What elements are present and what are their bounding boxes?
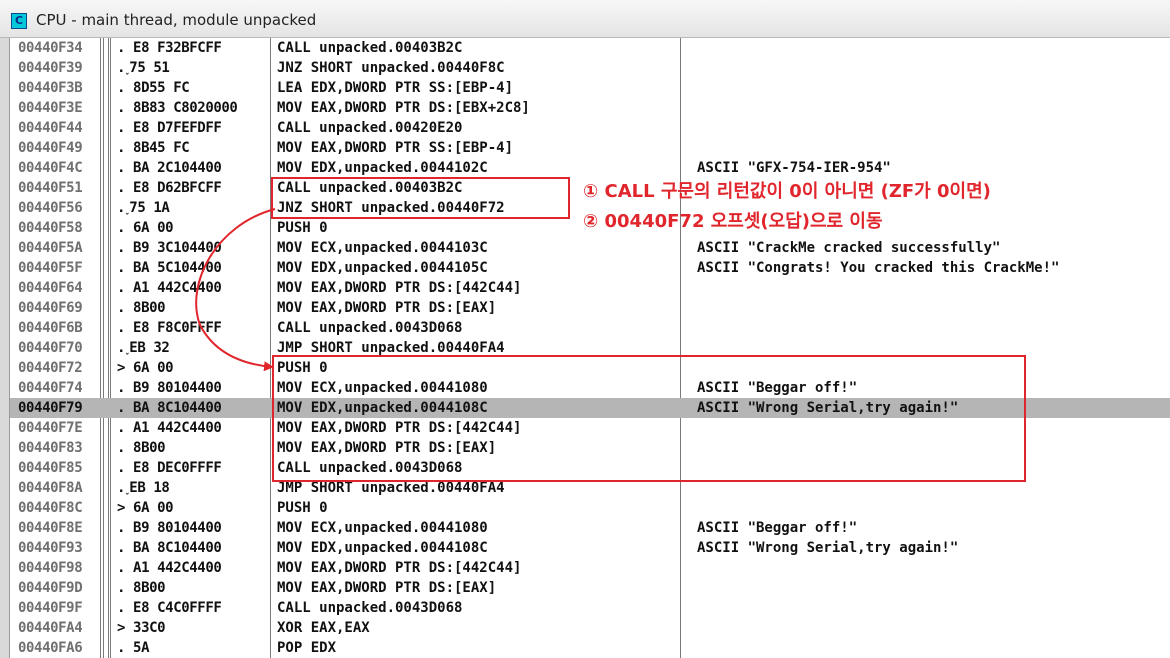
annotation-line-2: ② 00440F72 오프셋(오답)으로 이동: [583, 211, 883, 232]
annotation-line-1: ① CALL 구문의 리턴값이 0이 아니면 (ZF가 0이면): [583, 181, 991, 202]
jump-arrow: [195, 208, 276, 372]
